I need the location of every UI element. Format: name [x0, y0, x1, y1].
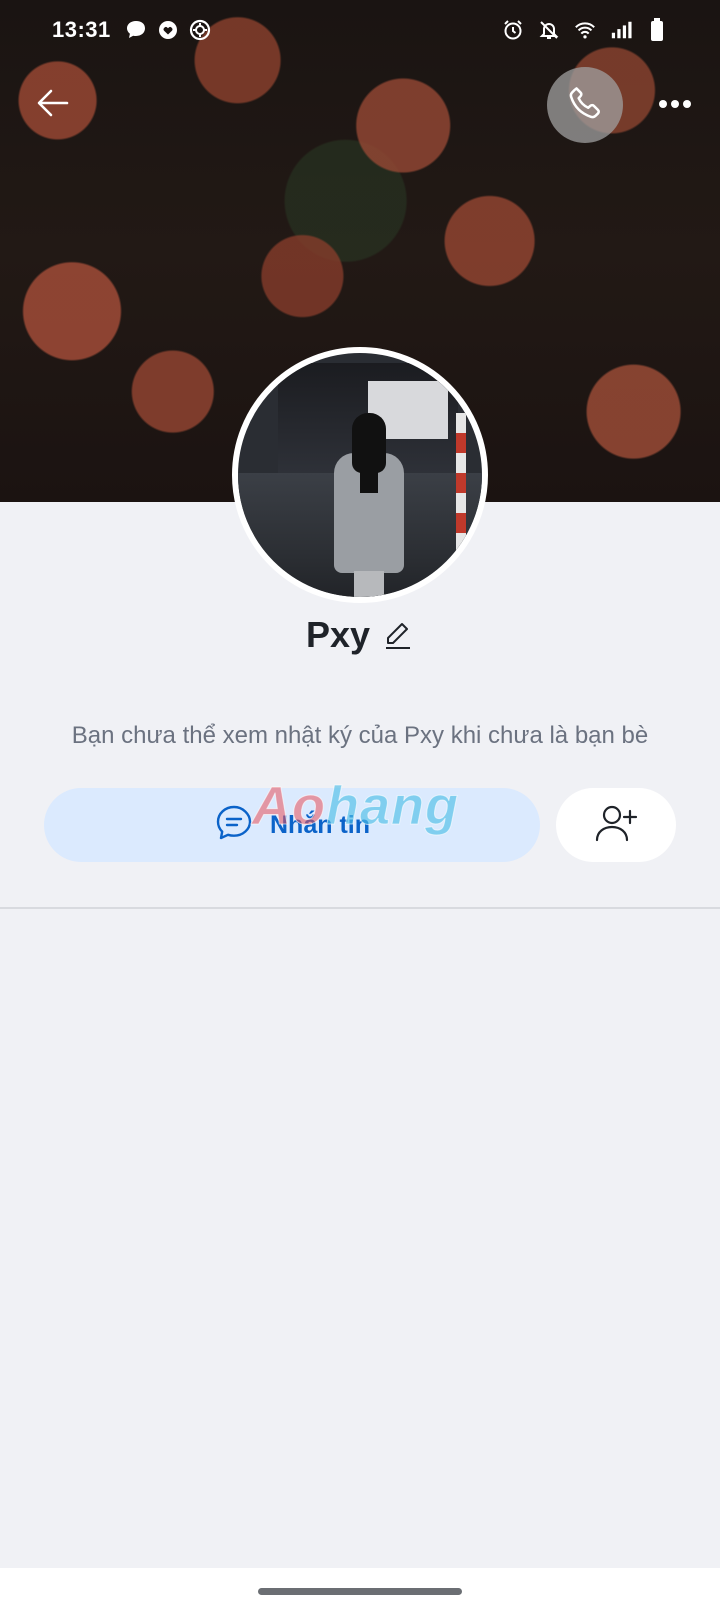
pencil-icon[interactable]: [384, 620, 414, 650]
signal-icon: [610, 19, 632, 41]
avatar-photo-pole: [456, 413, 466, 563]
message-button[interactable]: Nhắn tin: [44, 788, 540, 862]
battery-icon: [646, 18, 668, 41]
settings-gear-icon: [189, 19, 211, 41]
bell-off-icon: [538, 19, 560, 41]
call-button[interactable]: [547, 67, 623, 143]
diary-privacy-notice: Bạn chưa thể xem nhật ký của Pxy khi chư…: [71, 722, 649, 749]
status-bar: 13:31: [0, 0, 720, 60]
user-plus-icon: [594, 803, 638, 848]
more-options-button[interactable]: [652, 90, 698, 120]
message-bubble-icon: [125, 19, 147, 41]
status-system-icons: [502, 18, 668, 41]
back-button[interactable]: [30, 82, 76, 128]
profile-name: Pxy: [305, 614, 371, 655]
phone-icon: [566, 84, 604, 127]
status-notification-icons: [125, 19, 211, 41]
status-time: 13:31: [52, 17, 111, 42]
heart-chat-icon: [157, 19, 179, 41]
message-button-label: Nhắn tin: [270, 810, 370, 839]
arrow-left-icon: [35, 85, 71, 126]
home-indicator[interactable]: [258, 1588, 462, 1595]
profile-avatar[interactable]: [232, 347, 488, 603]
section-divider: [0, 907, 720, 909]
more-horizontal-icon: [658, 96, 692, 114]
chat-bubble-icon: [214, 803, 254, 848]
add-friend-button[interactable]: [556, 788, 676, 862]
avatar-photo-person: [334, 413, 404, 597]
profile-name-row: Pxy: [0, 612, 720, 658]
alarm-icon: [502, 19, 524, 41]
wifi-icon: [574, 19, 596, 41]
